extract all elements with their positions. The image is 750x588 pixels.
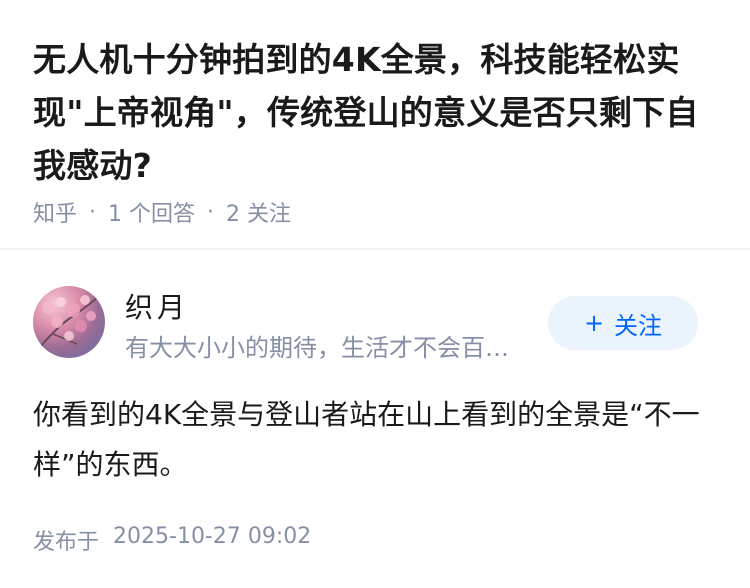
plus-icon: + (583, 309, 605, 337)
author-row: 织月 有大大小小的期待，生活才不会百… + 关注 (33, 286, 717, 362)
author-bio: 有大大小小的期待，生活才不会百… (125, 334, 509, 362)
answer-count[interactable]: 1 个回答 (108, 196, 195, 228)
publish-label: 发布于 (33, 530, 100, 555)
publish-time: 2025-10-27 09:02 (113, 524, 312, 549)
question-title[interactable]: 无人机十分钟拍到的4K全景，科技能轻松实现"上帝视角"，传统登山的意义是否只剩下… (33, 33, 718, 192)
follow-button-label: 关注 (614, 311, 663, 340)
avatar[interactable] (33, 286, 105, 358)
follow-button[interactable]: + 关注 (548, 296, 698, 350)
author-name[interactable]: 织月 (125, 286, 189, 326)
meta-separator: · (207, 199, 215, 225)
publish-info: 发布于 2025-10-27 09:02 (33, 524, 311, 556)
question-meta: 知乎 · 1 个回答 · 2 关注 (33, 196, 291, 228)
source-label[interactable]: 知乎 (33, 196, 77, 228)
answer-card: 织月 有大大小小的期待，生活才不会百… + 关注 你看到的4K全景与登山者站在山… (0, 250, 750, 588)
follow-count[interactable]: 2 关注 (226, 196, 291, 228)
answer-content[interactable]: 你看到的4K全景与登山者站在山上看到的全景是“不一样”的东西。 (33, 390, 717, 490)
meta-separator: · (89, 199, 97, 225)
cherry-blossom-avatar-icon (40, 295, 100, 347)
